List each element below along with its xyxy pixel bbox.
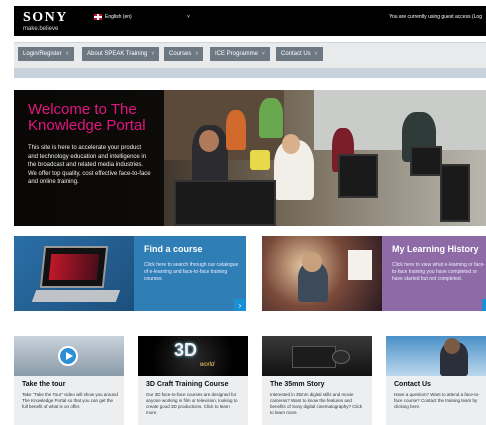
my-learning-history-card[interactable]: My Learning History Click here to view w… [262, 236, 486, 311]
chevron-down-icon: ˅ [195, 51, 199, 57]
nav-about-speak-training[interactable]: About SPEAK Training ˅ [82, 47, 160, 61]
card-description: Click here to search through our catalog… [144, 262, 239, 282]
nav-ice-programme[interactable]: ICE Programme ˅ [210, 47, 270, 61]
tile-title: Contact Us [394, 381, 431, 388]
person-head [302, 252, 322, 272]
play-triangle [66, 352, 73, 360]
person-head [199, 130, 219, 152]
person [226, 110, 246, 150]
tile-description: Have a question? Want to attend a face-t… [394, 392, 480, 409]
card-description: Click here to view what e-learning or fa… [392, 262, 486, 282]
hero-description: This site is here to accelerate your pro… [28, 145, 151, 185]
chair [250, 150, 270, 170]
arrow-right-icon[interactable]: › [234, 299, 246, 311]
monitor [440, 164, 470, 222]
chevron-down-icon: ˅ [262, 51, 265, 57]
3d-logo-sub: world [200, 362, 215, 368]
person [259, 98, 283, 138]
nav-label: Contact Us [281, 51, 311, 57]
arrow-right-icon[interactable]: › [482, 299, 486, 311]
nav-label: ICE Programme [215, 51, 259, 57]
learning-history-image [262, 236, 382, 311]
language-caret-icon[interactable]: ˅ [187, 14, 190, 20]
3d-world-image: 3D world [138, 336, 248, 376]
laptop-screen [39, 246, 109, 288]
3d-logo: 3D [174, 340, 198, 360]
camera-body [292, 346, 336, 368]
tagline: make.believe [23, 26, 59, 32]
laptop-image [14, 236, 134, 311]
top-bar: SONY make.believe English (en) ˅ You are… [14, 6, 486, 36]
nav-label: Login/Register [23, 51, 62, 57]
laptop-keyboard [31, 290, 121, 302]
card-title: My Learning History [392, 244, 479, 254]
nav-label: About SPEAK Training [87, 51, 148, 57]
chevron-down-icon: ˅ [151, 51, 155, 57]
user-status-text: You are currently using guest access (Lo… [389, 14, 482, 20]
monitor [410, 146, 442, 176]
find-a-course-card[interactable]: Find a course Click here to search throu… [14, 236, 246, 311]
tile-title: 3D Craft Training Course [146, 381, 229, 388]
chevron-down-icon: ˅ [65, 51, 69, 57]
uk-flag-icon [94, 14, 102, 20]
3d-craft-training-tile[interactable]: 3D world 3D Craft Training Course Our 3D… [138, 336, 248, 425]
contact-us-tile[interactable]: Contact Us Have a question? Want to atte… [386, 336, 486, 425]
tour-video-thumbnail [14, 336, 124, 376]
tile-title: Take the tour [22, 381, 66, 388]
tile-description: Interested in 35mm digital stills and mo… [270, 392, 363, 415]
monitor [338, 154, 378, 198]
take-the-tour-tile[interactable]: Take the tour Take "Take the Tour" video… [14, 336, 124, 425]
person-head [444, 338, 460, 354]
hero-title: Welcome to The Knowledge Portal [28, 101, 146, 134]
nav-contact-us[interactable]: Contact Us ˅ [276, 47, 323, 61]
language-selector[interactable]: English (en) [94, 14, 132, 20]
play-icon[interactable] [58, 346, 78, 366]
chevron-down-icon: ˅ [314, 51, 318, 57]
tile-description: Our 3D face-to-face courses are designed… [146, 392, 238, 415]
monitor [174, 180, 276, 226]
cinema-camera-image [262, 336, 372, 376]
laptop-display [48, 254, 100, 280]
hero-text-panel: Welcome to The Knowledge Portal This sit… [14, 90, 164, 226]
card-title: Find a course [144, 244, 203, 254]
photo-print [348, 250, 372, 280]
main-nav: Login/Register ˅ About SPEAK Training ˅ … [14, 42, 486, 68]
sub-nav-bar [14, 68, 486, 78]
sony-logo[interactable]: SONY [23, 10, 68, 26]
person-head [282, 134, 300, 154]
35mm-story-tile[interactable]: The 35mm Story Interested in 35mm digita… [262, 336, 372, 425]
nav-courses[interactable]: Courses ˅ [164, 47, 204, 61]
nav-label: Courses [169, 51, 192, 57]
hero-banner: Welcome to The Knowledge Portal This sit… [14, 90, 486, 226]
nav-login-register[interactable]: Login/Register ˅ [18, 47, 74, 61]
tile-description: Take "Take the Tour" video will show you… [22, 392, 118, 409]
camera-lens [332, 350, 350, 364]
language-label: English (en) [105, 14, 132, 20]
tile-title: The 35mm Story [270, 381, 325, 388]
contact-image [386, 336, 486, 376]
